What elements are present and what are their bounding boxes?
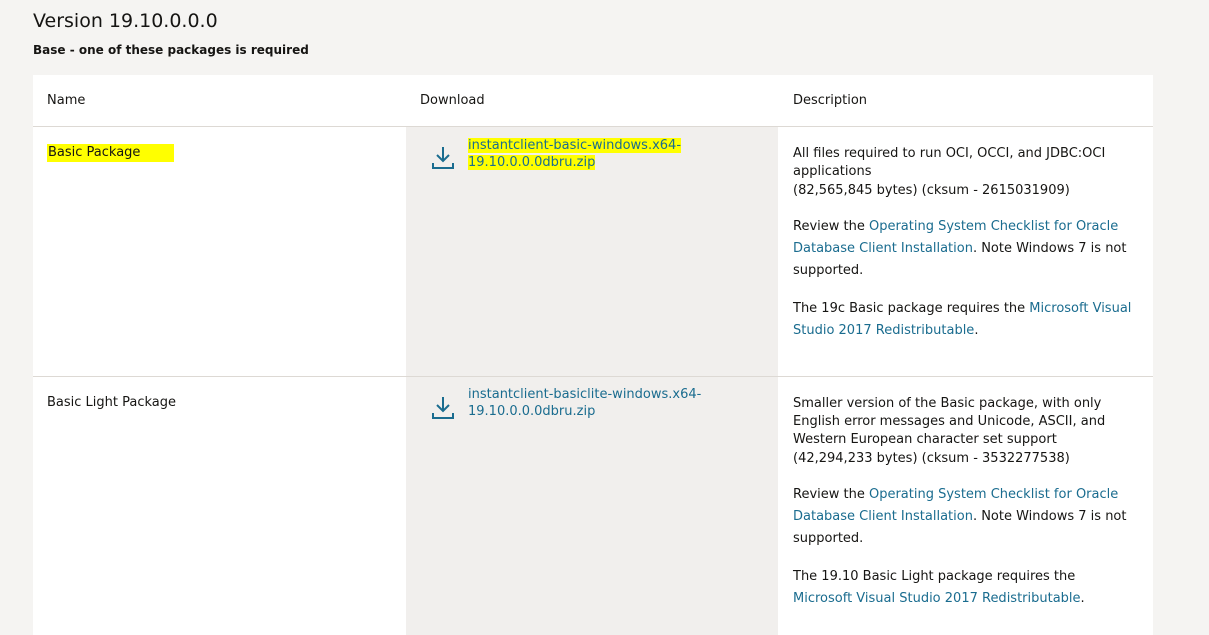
review-note: Review the Operating System Checklist fo… [793, 487, 1127, 546]
basic-package-name: Basic Package [47, 144, 175, 162]
review-note: Review the Operating System Checklist fo… [793, 219, 1127, 278]
header-name: Name [47, 93, 86, 108]
header-download: Download [420, 93, 485, 108]
row-divider [33, 376, 1153, 377]
download-link-basiclite[interactable]: instantclient-basiclite-windows.x64- 19.… [468, 386, 728, 420]
download-column-background [406, 127, 778, 635]
redistributable-link[interactable]: Microsoft Visual Studio 2017 Redistribut… [793, 591, 1081, 606]
packages-subtitle: Base - one of these packages is required [33, 43, 309, 57]
table-row-name: Basic Package [47, 144, 175, 162]
requirement-note: The 19.10 Basic Light package requires t… [793, 569, 1085, 606]
header-description: Description [793, 93, 868, 108]
description-text: Smaller version of the Basic package, wi… [793, 396, 1106, 447]
version-title: Version 19.10.0.0.0 [33, 10, 218, 32]
packages-table: Name Download Description Basic Package … [33, 75, 1153, 635]
download-link-basic[interactable]: instantclient-basic-windows.x64- 19.10.0… [468, 137, 728, 171]
download-icon[interactable] [431, 145, 455, 171]
size-checksum: (82,565,845 bytes) (cksum - 2615031909) [793, 183, 1070, 198]
size-checksum: (42,294,233 bytes) (cksum - 3532277538) [793, 451, 1070, 466]
description-basiclite: Smaller version of the Basic package, wi… [793, 395, 1138, 610]
download-icon[interactable] [431, 395, 455, 421]
description-basic: All files required to run OCI, OCCI, and… [793, 145, 1138, 342]
table-row-name: Basic Light Package [47, 395, 176, 410]
basic-light-package-name: Basic Light Package [47, 395, 177, 410]
requirement-note: The 19c Basic package requires the Micro… [793, 301, 1132, 338]
table-header: Name Download Description [33, 75, 1153, 127]
description-text: All files required to run OCI, OCCI, and… [793, 146, 1106, 179]
